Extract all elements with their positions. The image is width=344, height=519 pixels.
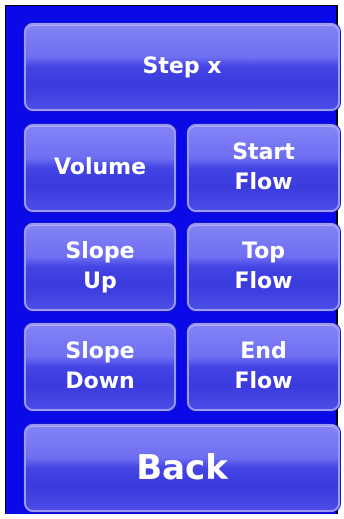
slope-down-button[interactable]: Slope Down	[24, 323, 176, 411]
slope-down-button-label: Slope Down	[65, 339, 135, 394]
slope-up-button[interactable]: Slope Up	[24, 223, 176, 311]
top-flow-button-label: Top Flow	[234, 239, 293, 294]
start-flow-button[interactable]: Start Flow	[187, 124, 340, 212]
top-flow-button[interactable]: Top Flow	[187, 223, 340, 311]
slope-up-button-label: Slope Up	[65, 239, 135, 294]
step-button[interactable]: Step x	[24, 23, 340, 111]
end-flow-button[interactable]: End Flow	[187, 323, 340, 411]
back-button[interactable]: Back	[24, 424, 340, 512]
end-flow-button-label: End Flow	[234, 339, 293, 394]
step-button-label: Step x	[142, 54, 222, 79]
back-button-label: Back	[136, 448, 228, 488]
volume-button-label: Volume	[54, 155, 146, 180]
start-flow-button-label: Start Flow	[232, 140, 295, 195]
volume-button[interactable]: Volume	[24, 124, 176, 212]
